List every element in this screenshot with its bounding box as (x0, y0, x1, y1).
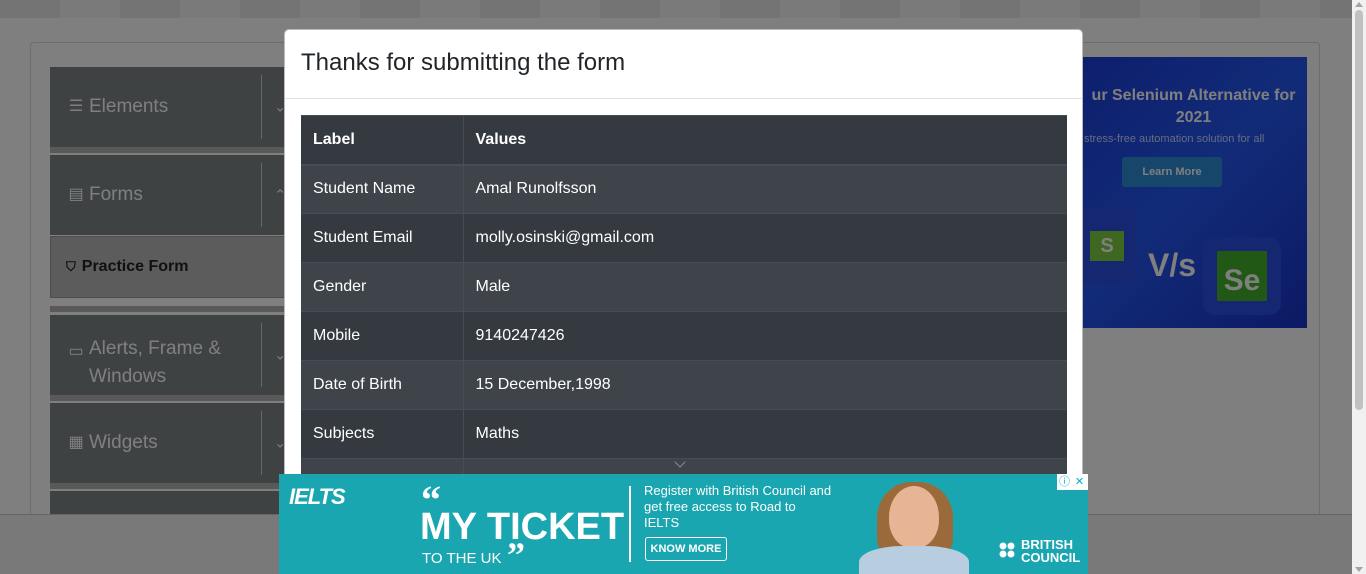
scroll-down-icon[interactable] (1355, 567, 1363, 572)
table-row: Subjects Maths (301, 409, 1067, 459)
column-header-label: Label (301, 115, 464, 166)
table-header-row: Label Values (301, 115, 1067, 166)
row-label: Subjects (301, 409, 464, 459)
close-icon[interactable]: ✕ (1072, 474, 1087, 490)
info-icon[interactable]: ⓘ (1057, 474, 1072, 490)
ielts-logo: IELTS (289, 484, 346, 509)
row-value: Maths (463, 409, 1067, 459)
british-council-label: BRITISH COUNCIL (1021, 537, 1081, 565)
ad-register-text: Register with British Council and get fr… (644, 483, 832, 530)
modal-title: Thanks for submitting the form (301, 49, 626, 76)
british-council-logo-icon (999, 542, 1015, 558)
modal-header: Thanks for submitting the form (285, 30, 1082, 99)
row-label: Date of Birth (301, 360, 464, 410)
column-header-values: Values (463, 115, 1067, 166)
row-value: 9140247426 (463, 311, 1067, 361)
table-row: Student Name Amal Runolfsson (301, 164, 1067, 214)
row-value: 15 December,1998 (463, 360, 1067, 410)
know-more-button[interactable]: KNOW MORE (645, 537, 727, 561)
divider (629, 486, 631, 562)
ad-subline: TO THE UK (422, 550, 502, 567)
scrollbar-thumb[interactable] (1355, 10, 1363, 410)
page-scrollbar[interactable] (1352, 0, 1366, 574)
row-label: Student Name (301, 164, 464, 214)
scroll-up-icon[interactable] (1355, 2, 1363, 7)
row-value: Male (463, 262, 1067, 312)
ad-person-image (859, 482, 969, 574)
table-row: Mobile 9140247426 (301, 311, 1067, 361)
adchoices[interactable]: ⓘ ✕ (1057, 474, 1088, 490)
row-value: Amal Runolfsson (463, 164, 1067, 214)
table-row: Date of Birth 15 December,1998 (301, 360, 1067, 410)
close-quote: ” (507, 535, 525, 574)
row-label: Student Email (301, 213, 464, 263)
row-label: Mobile (301, 311, 464, 361)
chevron-down-icon (674, 458, 686, 466)
submission-table: Label Values Student Name Amal Runolfsso… (301, 115, 1067, 508)
table-row: Gender Male (301, 262, 1067, 312)
row-value: molly.osinski@gmail.com (463, 213, 1067, 263)
ielts-ad-banner[interactable]: IELTS “ MY TICKET TO THE UK ” Register w… (279, 474, 1088, 574)
row-label: Gender (301, 262, 464, 312)
table-row: Student Email molly.osinski@gmail.com (301, 213, 1067, 263)
